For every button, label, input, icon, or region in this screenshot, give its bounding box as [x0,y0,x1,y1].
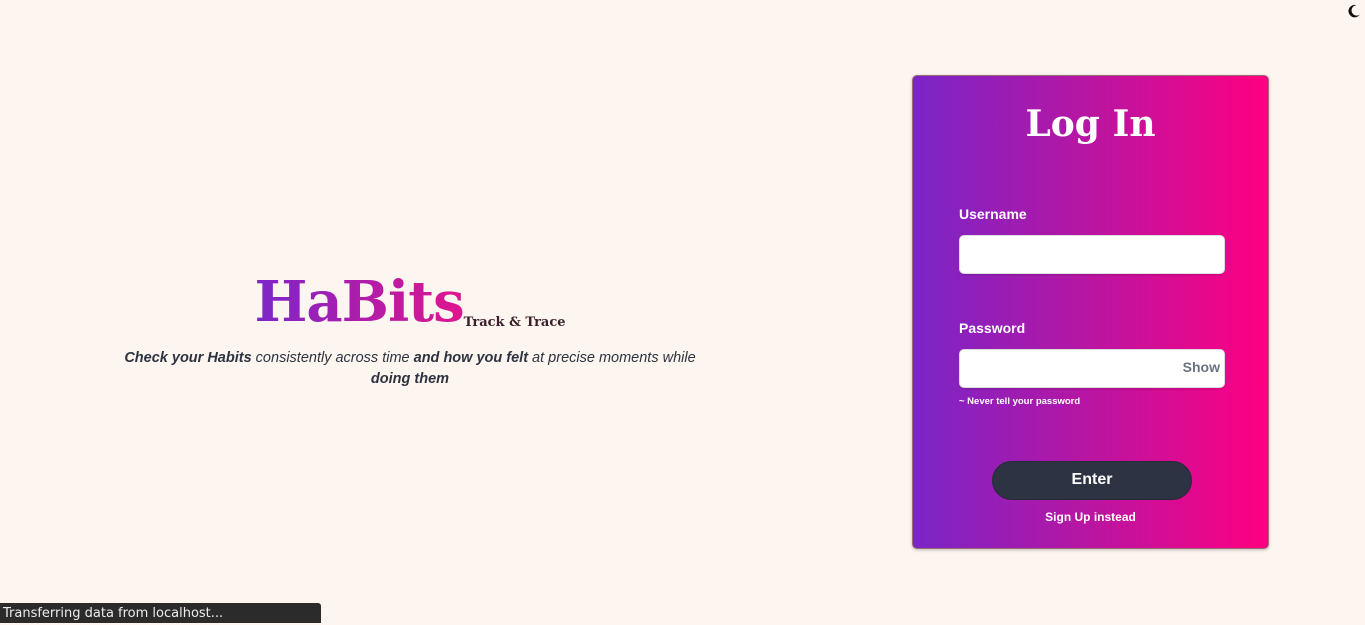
tagline-part-3: and how you felt [413,350,529,366]
login-title: Log In [1025,103,1156,145]
sign-up-link[interactable]: Sign Up instead [913,510,1268,524]
tagline-part-1: Check your Habits [124,350,252,366]
tagline-part-5: doing them [370,371,450,387]
login-card: Log In Username Password Show ~ Never te… [912,75,1269,549]
moon-icon[interactable] [1346,3,1362,19]
password-label: Password [959,320,1026,336]
brand-title: HaBits [254,269,464,335]
enter-button[interactable]: Enter [992,461,1192,500]
hero-section: HaBits Track & Trace Check your Habits c… [100,272,720,390]
brand-subtitle: Track & Trace [463,315,566,330]
tagline: Check your Habits consistently across ti… [110,348,710,390]
password-input[interactable]: Show [959,349,1225,388]
brand-logo: HaBits Track & Trace [100,272,720,332]
password-hint: ~ Never tell your password [959,396,1081,407]
status-bar: Transferring data from localhost... [0,603,321,623]
tagline-part-2: consistently across time [251,350,414,366]
username-label: Username [959,206,1027,222]
show-password-button[interactable]: Show [1183,359,1220,375]
tagline-part-4: at precise moments while [528,350,696,366]
username-input[interactable] [959,235,1225,274]
